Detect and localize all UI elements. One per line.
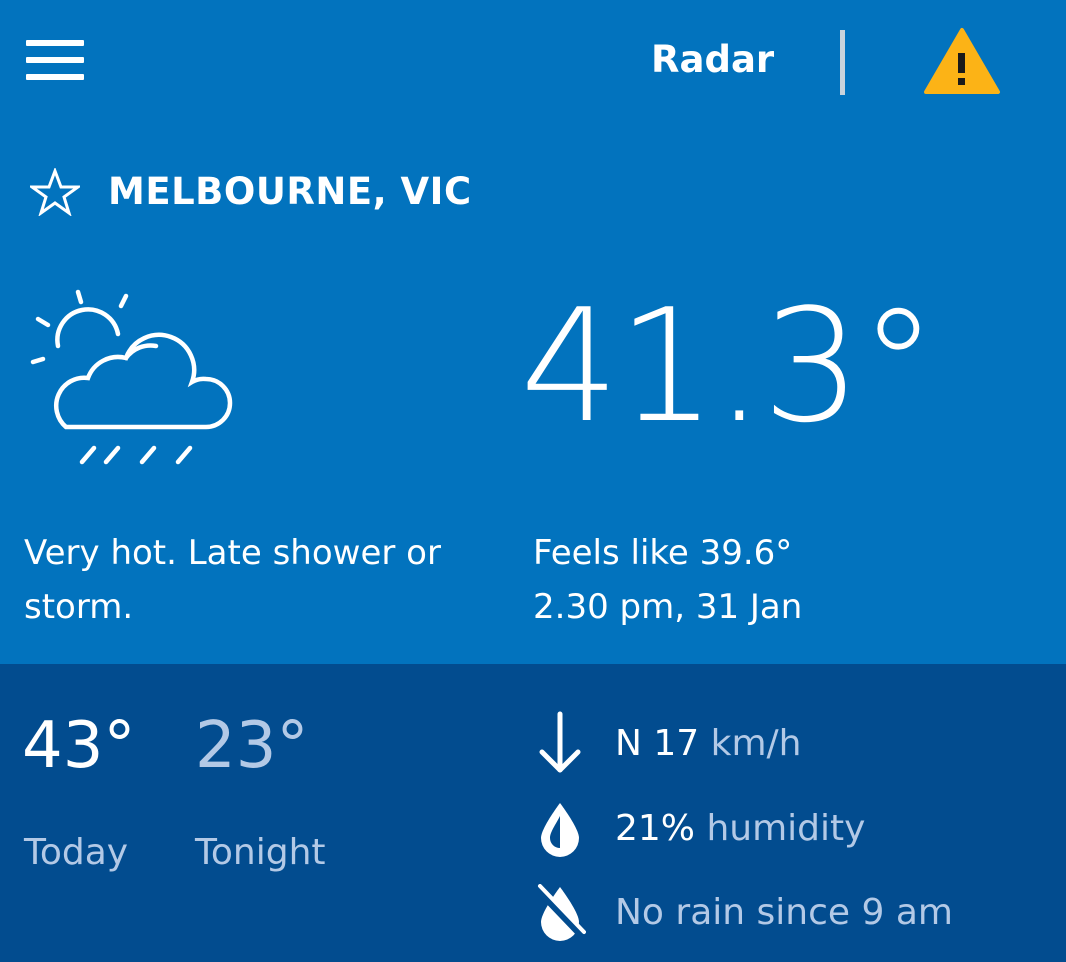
forecast-summary: Very hot. Late shower or storm. [24, 533, 441, 627]
header-divider [840, 30, 845, 95]
today-max-temperature: 43° [22, 709, 136, 783]
humidity-reading: 21% humidity [615, 811, 865, 847]
menu-button[interactable] [26, 40, 84, 82]
tonight-label: Tonight [195, 832, 326, 873]
menu-icon-bar [26, 74, 84, 80]
humidity-value: 21% [615, 808, 696, 849]
partly-cloudy-showers-icon [26, 286, 236, 470]
today-label: Today [24, 832, 129, 873]
weather-app: Radar MELBOURNE, VIC 41.3° Very hot. Lat… [0, 0, 1066, 962]
tonight-min-temperature: 23° [195, 709, 309, 783]
wind-unit: km/h [710, 723, 802, 764]
radar-link[interactable]: Radar [651, 38, 774, 81]
feels-like-temperature: Feels like 39.6° [533, 533, 793, 573]
wind-reading: N 17 km/h [615, 726, 802, 762]
wind-value: N 17 [615, 723, 700, 764]
humidity-unit: humidity [706, 808, 866, 849]
current-temperature: 41.3° [520, 275, 937, 457]
wind-direction-arrow-icon [536, 710, 584, 773]
location-name: MELBOURNE, VIC [108, 170, 472, 213]
warning-triangle-icon [924, 28, 1000, 94]
humidity-drop-icon [536, 800, 584, 858]
observation-time: 2.30 pm, 31 Jan [533, 587, 803, 627]
menu-icon-bar [26, 40, 84, 46]
favourite-button[interactable] [27, 166, 83, 217]
star-outline-icon [27, 166, 83, 217]
rain-since-text: No rain since 9 am [615, 892, 953, 933]
menu-icon-bar [26, 57, 84, 63]
warning-button[interactable] [923, 26, 1001, 96]
no-rain-drop-icon [534, 884, 586, 942]
